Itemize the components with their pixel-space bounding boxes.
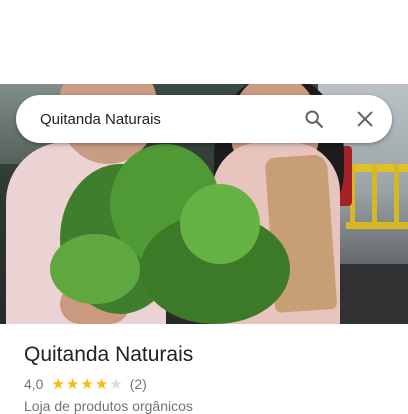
photo-greens xyxy=(180,184,260,264)
rating-row[interactable]: 4,0 ★ ★ ★ ★ ★ (2) xyxy=(24,376,147,392)
search-button[interactable] xyxy=(302,107,326,131)
place-category[interactable]: Loja de produtos orgânicos xyxy=(24,398,193,414)
star-empty-icon: ★ xyxy=(109,375,123,393)
photo-rail-post xyxy=(372,164,377,224)
star-filled-icon: ★ xyxy=(51,375,65,393)
close-icon xyxy=(357,111,373,127)
star-filled-icon: ★ xyxy=(65,375,80,393)
rating-stars: ★ ★ ★ ★ ★ xyxy=(51,377,123,392)
review-count[interactable]: (2) xyxy=(130,376,147,392)
close-button[interactable] xyxy=(353,107,377,131)
photo-rail-post xyxy=(394,164,399,224)
star-filled-icon: ★ xyxy=(94,375,109,393)
rating-value: 4,0 xyxy=(24,376,44,392)
top-blank-area xyxy=(0,0,408,84)
photo-greens xyxy=(50,234,140,304)
place-title: Quitanda Naturais xyxy=(24,343,194,366)
search-bar[interactable]: Quitanda Naturais xyxy=(16,95,392,143)
search-icon xyxy=(305,110,323,128)
search-input[interactable]: Quitanda Naturais xyxy=(40,111,392,128)
star-filled-icon: ★ xyxy=(80,375,94,393)
